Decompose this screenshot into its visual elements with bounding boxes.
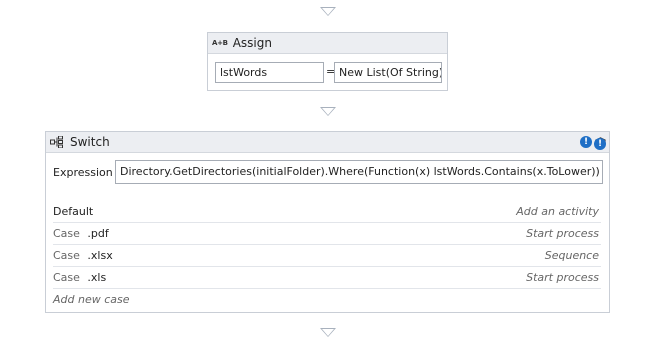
add-new-case-row[interactable]: Add new case [53, 289, 601, 310]
assign-icon: A+B [212, 39, 228, 47]
expression-input[interactable]: Directory.GetDirectories(initialFolder).… [115, 160, 603, 184]
flow-arrow-icon [320, 328, 336, 337]
case-prefix: Case [53, 227, 80, 240]
case-activity[interactable]: Start process [526, 267, 599, 288]
default-case-row[interactable]: Default Add an activity [53, 201, 601, 223]
switch-activity[interactable]: Switch ! ︽ Expression Directory.GetDirec… [45, 131, 610, 313]
assign-title: Assign [232, 36, 272, 50]
switch-icon [50, 136, 63, 148]
default-case-label: Default [53, 205, 94, 218]
flow-arrow-icon [320, 7, 336, 16]
assign-to-field[interactable]: lstWords [215, 62, 324, 83]
validation-info-icon[interactable]: ! [580, 136, 592, 148]
case-prefix: Case [53, 271, 80, 284]
assign-header[interactable]: A+B Assign [208, 33, 447, 54]
expression-label: Expression [53, 166, 113, 179]
assign-value-field[interactable]: New List(Of String) [334, 62, 442, 83]
case-prefix: Case [53, 249, 80, 262]
expression-text: Directory.GetDirectories(initialFolder).… [120, 165, 600, 178]
case-row[interactable]: Case .pdf Start process [53, 223, 601, 245]
flow-arrow-icon [320, 107, 336, 116]
case-value: .pdf [87, 227, 109, 240]
switch-header[interactable]: Switch ! ︽ [46, 132, 609, 153]
add-activity-link[interactable]: Add an activity [516, 201, 599, 222]
expression-info-icon[interactable]: ! [594, 138, 606, 150]
case-activity[interactable]: Start process [526, 223, 599, 244]
case-row[interactable]: Case .xlsx Sequence [53, 245, 601, 267]
assign-activity[interactable]: A+B Assign lstWords = New List(Of String… [207, 32, 448, 91]
add-new-case-link[interactable]: Add new case [53, 293, 130, 306]
case-value: .xlsx [87, 249, 113, 262]
case-row[interactable]: Case .xls Start process [53, 267, 601, 289]
assign-body: lstWords = New List(Of String) [208, 54, 447, 92]
case-activity[interactable]: Sequence [545, 245, 599, 266]
case-value: .xls [87, 271, 107, 284]
switch-title: Switch [70, 135, 110, 149]
